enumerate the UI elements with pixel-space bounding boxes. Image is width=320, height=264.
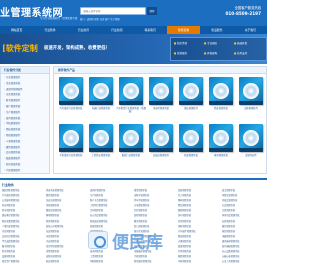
hotline-number: 010-8509-2197 [225,11,261,16]
site-logo-subtitle: 专注行业管理软件 · 提供免费下载 [40,17,78,20]
search-input[interactable] [83,9,133,14]
software-box-icon[interactable] [209,77,233,105]
product-name[interactable]: 汽车维修行业管理系统 [56,107,86,110]
product-name[interactable]: 美容院管理系统 [146,107,176,110]
banner-title: [软件定制 [2,43,38,53]
search-button[interactable]: 搜索 [147,7,157,15]
product-name[interactable]: 家电管理系统 [206,154,236,157]
product-name[interactable]: 进销存软件 [236,154,266,157]
products-title: 推荐软件产品 [54,67,266,74]
product-card[interactable]: 加油站管理软件 [146,124,176,168]
watermark-logo-icon [88,231,108,249]
software-box-icon[interactable] [209,124,233,152]
nav-item-info[interactable]: 行业资讯 [67,26,100,34]
banner-tag: ■ 专业团队 [204,42,218,45]
software-box-icon[interactable] [179,124,203,152]
product-card[interactable]: 进销存软件 [236,124,266,168]
link-item[interactable]: 木材管理系统 [178,259,222,264]
software-box-icon[interactable] [59,124,83,152]
nav-item-software[interactable]: 行业软件 [33,26,66,34]
hotline-label: 全国客户服务热线 [234,6,261,10]
product-card[interactable]: 美容院管理系统 [146,77,176,121]
banner-slogan: 极速开发，架构成熟，收费更低！ [44,46,110,51]
sidebar-list: 行业管理软件 企业管理系统 进销存管理软件 仓库管理系统 财务管理软件 客户管理… [1,74,49,175]
software-box-icon[interactable] [119,77,143,105]
product-name[interactable]: 酒店管理软件 [176,107,206,110]
nav-item-home[interactable]: 网站首页 [0,26,33,34]
link-item[interactable]: 五金工具管理系统 [222,259,266,264]
nav-item-service[interactable]: 售后服务 [200,26,233,34]
banner-tag: ■ 稳定性能 [174,42,188,45]
banner-tag: ■ 极速开发 [234,42,248,45]
link-column: 服装销售管理系统 汽车维修管理系统 五金建材管理系统 药店管理系统 超市管理系统 酒店客房… [2,188,46,264]
banner-tag: ■ 技术支持 [234,52,248,55]
nav-item-contact[interactable]: 联系我们 [134,26,167,34]
banner-tag: ■ 优质服务 [174,52,188,55]
link-item[interactable]: 考勤管理系统 [90,259,134,264]
watermark-text: 便民库 [112,233,163,253]
sidebar-title: 行业软件分类 [1,67,49,74]
site-header: 业管理系统网 专注行业管理软件 · 提供免费下载 搜索 热门：进销存 财务 仓库… [0,0,267,26]
product-card[interactable]: 工程造价管理系统 [86,124,116,168]
main-nav: 网站首页 行业软件 行业资讯 行业新闻 联系我们 软件定制 售后服务 关于我们 [0,26,267,34]
category-sidebar: 行业软件分类 行业管理软件 企业管理系统 进销存管理软件 仓库管理系统 财务管理… [0,66,50,174]
product-card[interactable]: 电器行业管理系统 [86,77,116,121]
product-name[interactable]: 服装行业管理系统 [116,154,146,157]
software-box-icon[interactable] [119,124,143,152]
link-item[interactable]: 家电维修管理系统 [134,259,178,264]
product-name[interactable]: 工程造价管理系统 [86,154,116,157]
product-name[interactable]: 档案管理系统 [176,154,206,157]
banner-feature-panel: ■ 稳定性能 ■ 专业团队 ■ 极速开发 ■ 优质服务 ■ 开源架构 ■ 技术支… [170,37,267,61]
product-card[interactable]: 物业管理系统 [206,77,236,121]
banner-tag: ■ 开源架构 [204,52,218,55]
software-box-icon[interactable] [239,77,263,105]
nav-item-about[interactable]: 关于我们 [234,26,267,34]
software-box-icon[interactable] [149,77,173,105]
link-column: 珠宝管理系统 母婴店管理系统 化妆品管理系统 礼品管理系统 文具管理系统 体育用品管理系统… [222,188,266,264]
product-name[interactable]: 物业管理系统 [206,107,236,110]
link-item[interactable]: 鞋店管理系统 [46,259,90,264]
product-name[interactable]: 加油站管理软件 [146,154,176,157]
product-name[interactable]: 手机维修行业管理系统 [56,154,86,157]
product-name[interactable]: 电器行业管理系统 [86,107,116,110]
product-card[interactable]: 手机维修行业管理系统 [56,124,86,168]
product-card[interactable]: 出纳管理软件 [236,77,266,121]
software-box-icon[interactable] [89,77,113,105]
link-column: 纺织管理系统 化工管理系统 钢材管理系统 食品管理系统 烟酒管理系统 茶叶管理系统 农资管理… [178,188,222,264]
product-card[interactable]: 汽车维修行业管理系统 [56,77,86,121]
watermark: 便民库 [88,228,198,253]
recommended-products: 推荐软件产品 汽车维修行业管理系统 电器行业管理系统 汽车租赁行业管理系统（免费… [53,66,267,174]
software-box-icon[interactable] [179,77,203,105]
product-card[interactable]: 档案管理系统 [176,124,206,168]
link-section-title: 行业软件 [2,183,15,187]
software-box-icon[interactable] [89,124,113,152]
product-name[interactable]: 出纳管理软件 [236,107,266,110]
sidebar-item[interactable]: 汽修管理软件 [4,168,46,174]
product-name[interactable]: 汽车租赁行业管理系统（免费版） [116,107,146,113]
nav-item-news[interactable]: 行业新闻 [100,26,133,34]
hot-keywords[interactable]: 热门：进销存 财务 仓库 客户 生产管理 [80,17,120,21]
product-card[interactable]: 家电管理系统 [206,124,236,168]
link-column: 美容美发管理系统 餐饮管理系统 洗衣店管理系统 驾校管理系统 眼镜店管理系统 网吧管理系统… [46,188,90,264]
product-card[interactable]: 汽车租赁行业管理系统（免费版） [116,77,146,121]
software-box-icon[interactable] [59,77,83,105]
software-box-icon[interactable] [239,124,263,152]
product-card[interactable]: 酒店管理软件 [176,77,206,121]
product-card[interactable]: 服装行业管理系统 [116,124,146,168]
search-box [80,7,146,15]
software-box-icon[interactable] [149,124,173,152]
nav-item-custom[interactable]: 软件定制 [166,26,201,34]
promo-banner[interactable]: [软件定制 极速开发，架构成熟，收费更低！ ■ 稳定性能 ■ 专业团队 ■ 极速… [0,34,267,64]
link-item[interactable]: 固定资产管理系统 [2,259,46,264]
